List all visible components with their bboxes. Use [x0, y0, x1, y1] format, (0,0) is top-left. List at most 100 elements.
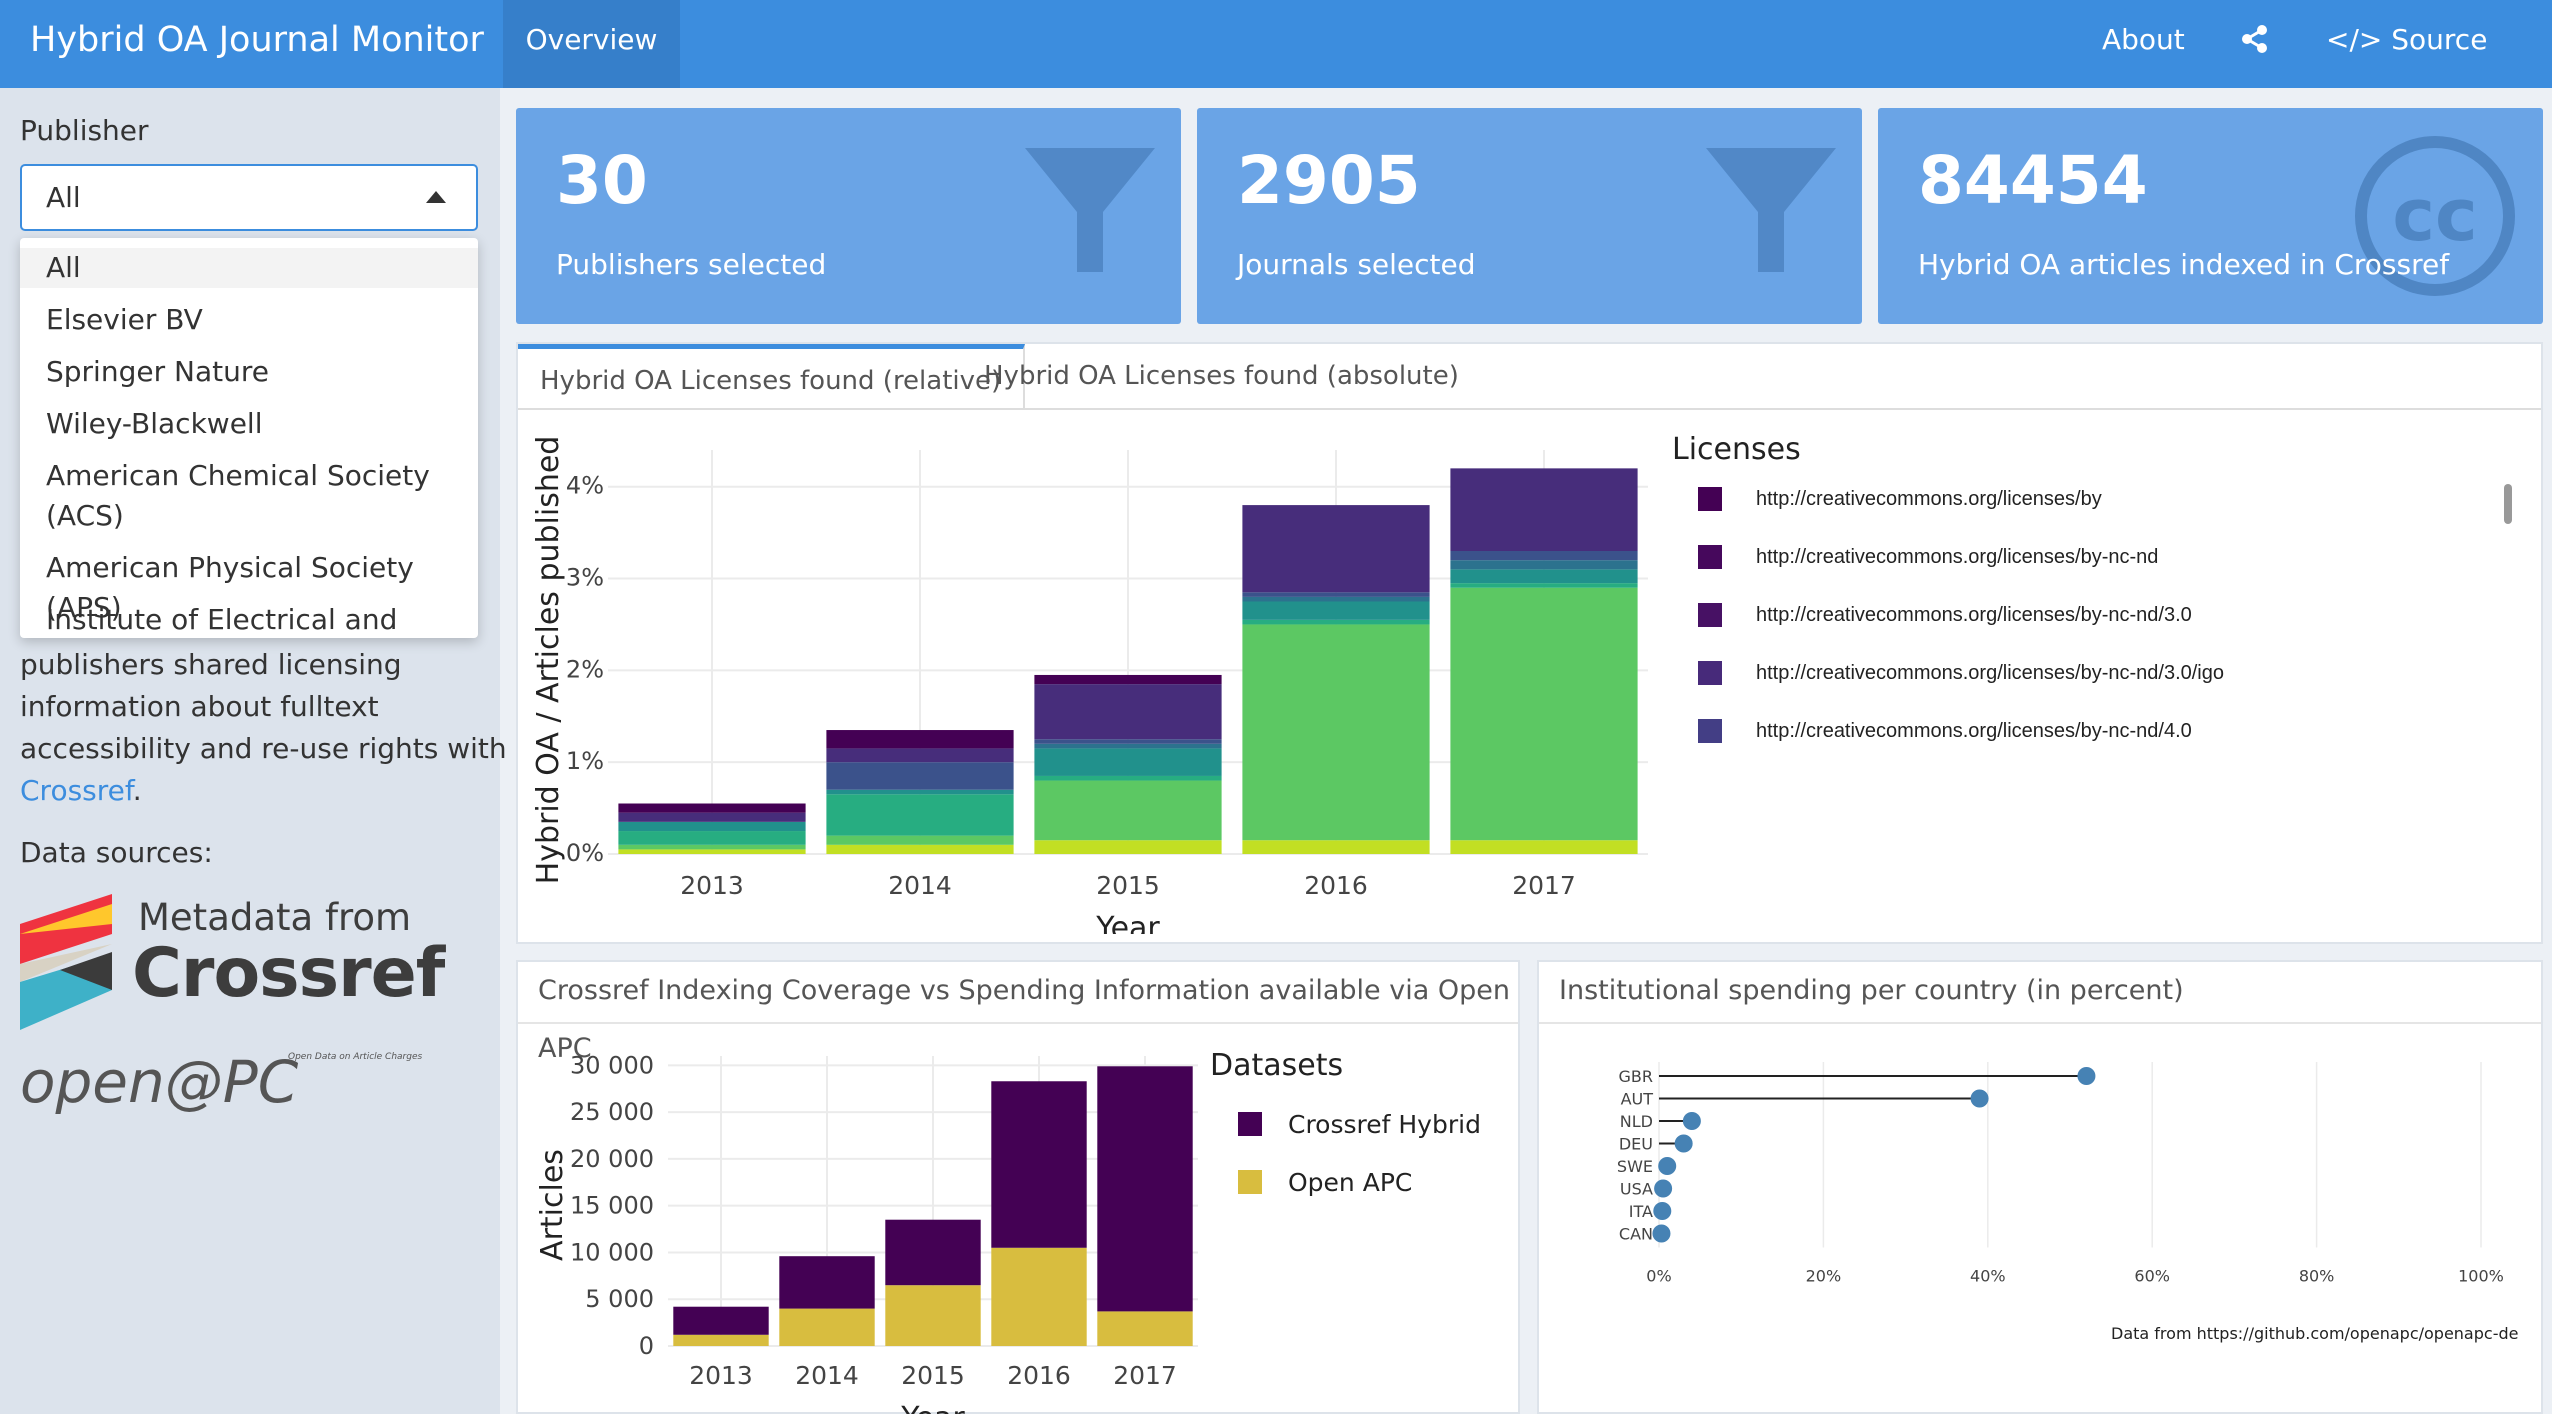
legend-label: http://creativecommons.org/licenses/by-n… — [1756, 545, 2159, 568]
coverage-panel-title: Crossref Indexing Coverage vs Spending I… — [518, 962, 1518, 1064]
legend-swatch — [1698, 661, 1722, 685]
source-code-link[interactable]: </> Source Code — [2326, 0, 2552, 136]
bar-segment — [673, 1306, 769, 1335]
x-tick-label: 2017 — [1113, 1361, 1177, 1390]
bar-segment — [1034, 739, 1222, 744]
y-tick-label: 0% — [566, 839, 604, 867]
lollipop-point — [1674, 1134, 1693, 1153]
bar-segment — [779, 1256, 875, 1309]
bar-segment — [1242, 592, 1430, 597]
bar-segment — [1242, 624, 1430, 841]
y-tick-label: 5 000 — [585, 1285, 654, 1313]
tab-overview[interactable]: Overview — [503, 0, 680, 88]
x-tick-label: 60% — [2134, 1267, 2170, 1286]
tab-licenses-relative[interactable]: Hybrid OA Licenses found (relative) — [518, 344, 1026, 408]
bar-segment — [1242, 596, 1430, 602]
bar-segment — [1097, 1066, 1193, 1312]
legend-swatch — [1698, 603, 1722, 627]
value-box-number: 30 — [556, 142, 648, 219]
legend-swatch — [1238, 1170, 1262, 1194]
dropdown-option[interactable]: All — [20, 248, 478, 288]
bar-segment — [1450, 840, 1638, 854]
share-icon[interactable] — [2240, 24, 2270, 60]
period: . — [132, 774, 142, 807]
bar-segment — [1242, 840, 1430, 854]
sidebar-text-line: accessibility and re-use rights with — [20, 732, 507, 765]
dropdown-option[interactable]: Elsevier BV — [20, 300, 478, 340]
bar-segment — [826, 748, 1014, 763]
license-tab-panel: Hybrid OA Licenses found (relative) Hybr… — [516, 342, 2543, 944]
bar-segment — [826, 844, 1014, 854]
bar-segment — [673, 1334, 769, 1346]
legend-swatch — [1698, 719, 1722, 743]
y-tick-label: 30 000 — [570, 1051, 654, 1079]
tab-licenses-absolute[interactable]: Hybrid OA Licenses found (absolute) — [962, 344, 1481, 408]
legend-label: http://creativecommons.org/licenses/by-n… — [1756, 719, 2192, 742]
data-sources-label: Data sources: — [20, 836, 213, 869]
licenses-relative-chart: 0% 1% 2% 3% 4% 2013 2014 2015 2016 2017 Year Hybrid… — [531, 436, 1648, 934]
legend-swatch — [1238, 1112, 1262, 1136]
dropdown-option[interactable]: Institute of Electrical and — [20, 600, 478, 638]
x-tick-label: 2013 — [680, 871, 744, 900]
publisher-dropdown: All Elsevier BV Springer Nature Wiley-Bl… — [20, 238, 478, 638]
legend-scrollbar[interactable] — [2504, 484, 2512, 524]
chart-caption: Data from https://github.com/openapc/ope… — [2111, 1324, 2519, 1343]
bar-segment — [1034, 674, 1222, 685]
coverage-chart: 0 5 000 10 000 15 000 20 000 25 000 30 000 2013… — [535, 1051, 1481, 1414]
dropdown-option-continued[interactable]: (ACS) — [20, 496, 478, 536]
sidebar-text-line: information about fulltext — [20, 690, 379, 723]
y-tick-label: 4% — [566, 472, 604, 500]
bar-segment — [1034, 780, 1222, 841]
crossref-logo-line1: Metadata from — [138, 896, 412, 939]
lollipop-point — [1682, 1112, 1701, 1130]
x-tick-label: 20% — [1806, 1267, 1842, 1286]
openapc-tagline: Open Data on Article Charges — [288, 1052, 423, 1062]
spending-panel-title: Institutional spending per country (in p… — [1539, 962, 2541, 1024]
navbar: Hybrid OA Journal Monitor Overview About… — [0, 0, 2552, 136]
publisher-select[interactable]: All — [20, 164, 478, 231]
legend-label: http://creativecommons.org/licenses/by-n… — [1756, 603, 2192, 626]
legend-label: http://creativecommons.org/licenses/by — [1756, 487, 2102, 510]
crossref-logo[interactable]: Metadata from Crossref — [20, 894, 445, 1030]
x-tick-label: 80% — [2299, 1267, 2335, 1286]
bar-segment — [991, 1247, 1087, 1346]
openapc-logo[interactable]: open@PC Open Data on Article Charges — [20, 1048, 440, 1118]
lollipop-point — [1658, 1157, 1677, 1175]
value-box-label: Hybrid OA articles indexed in Crossref — [1918, 248, 2450, 281]
x-tick-label: 2014 — [795, 1361, 859, 1390]
legend-swatch — [1698, 545, 1722, 569]
value-box-number: 2905 — [1237, 142, 1421, 219]
y-tick-label: 0 — [639, 1332, 654, 1360]
about-link[interactable]: About — [2102, 0, 2185, 88]
legend-item: http://creativecommons.org/licenses/by-n… — [1698, 600, 2192, 630]
spending-panel: Institutional spending per country (in p… — [1537, 960, 2543, 1414]
value-box-articles: cc 84454 Hybrid OA articles indexed in C… — [1878, 108, 2543, 324]
filter-icon — [1706, 148, 1836, 272]
dropdown-option[interactable]: Springer Nature — [20, 352, 478, 392]
svg-text:cc: cc — [2392, 173, 2477, 257]
y-tick-label: AUT — [1621, 1090, 1654, 1109]
publisher-label: Publisher — [20, 114, 149, 147]
y-tick-label: 1% — [566, 747, 604, 775]
y-tick-label: USA — [1620, 1180, 1653, 1199]
bar-segment — [1450, 587, 1638, 841]
legend-swatch — [1698, 487, 1722, 511]
legend-item: http://creativecommons.org/licenses/by — [1698, 484, 2102, 514]
licenses-legend: http://creativecommons.org/licenses/by ht… — [1698, 484, 2498, 772]
bar-segment — [1450, 583, 1638, 588]
x-axis-title: Year — [1095, 911, 1160, 934]
dropdown-option[interactable]: American Chemical Society — [20, 456, 478, 496]
crossref-link[interactable]: Crossref — [20, 774, 133, 807]
x-tick-label: 2015 — [1096, 871, 1160, 900]
app-title[interactable]: Hybrid OA Journal Monitor — [30, 0, 484, 88]
lollipop-point — [1970, 1089, 1989, 1108]
legend-title: Licenses — [1672, 432, 1801, 467]
bar-segment — [1034, 840, 1222, 854]
bar-segment — [1450, 569, 1638, 584]
y-tick-label: DEU — [1619, 1135, 1653, 1154]
dropdown-option[interactable]: Wiley-Blackwell — [20, 404, 478, 444]
x-tick-label: 2014 — [888, 871, 952, 900]
crossref-logo-line2: Crossref — [132, 934, 445, 1013]
value-box-journals: 2905 Journals selected — [1197, 108, 1862, 324]
bar-segment — [618, 812, 806, 822]
